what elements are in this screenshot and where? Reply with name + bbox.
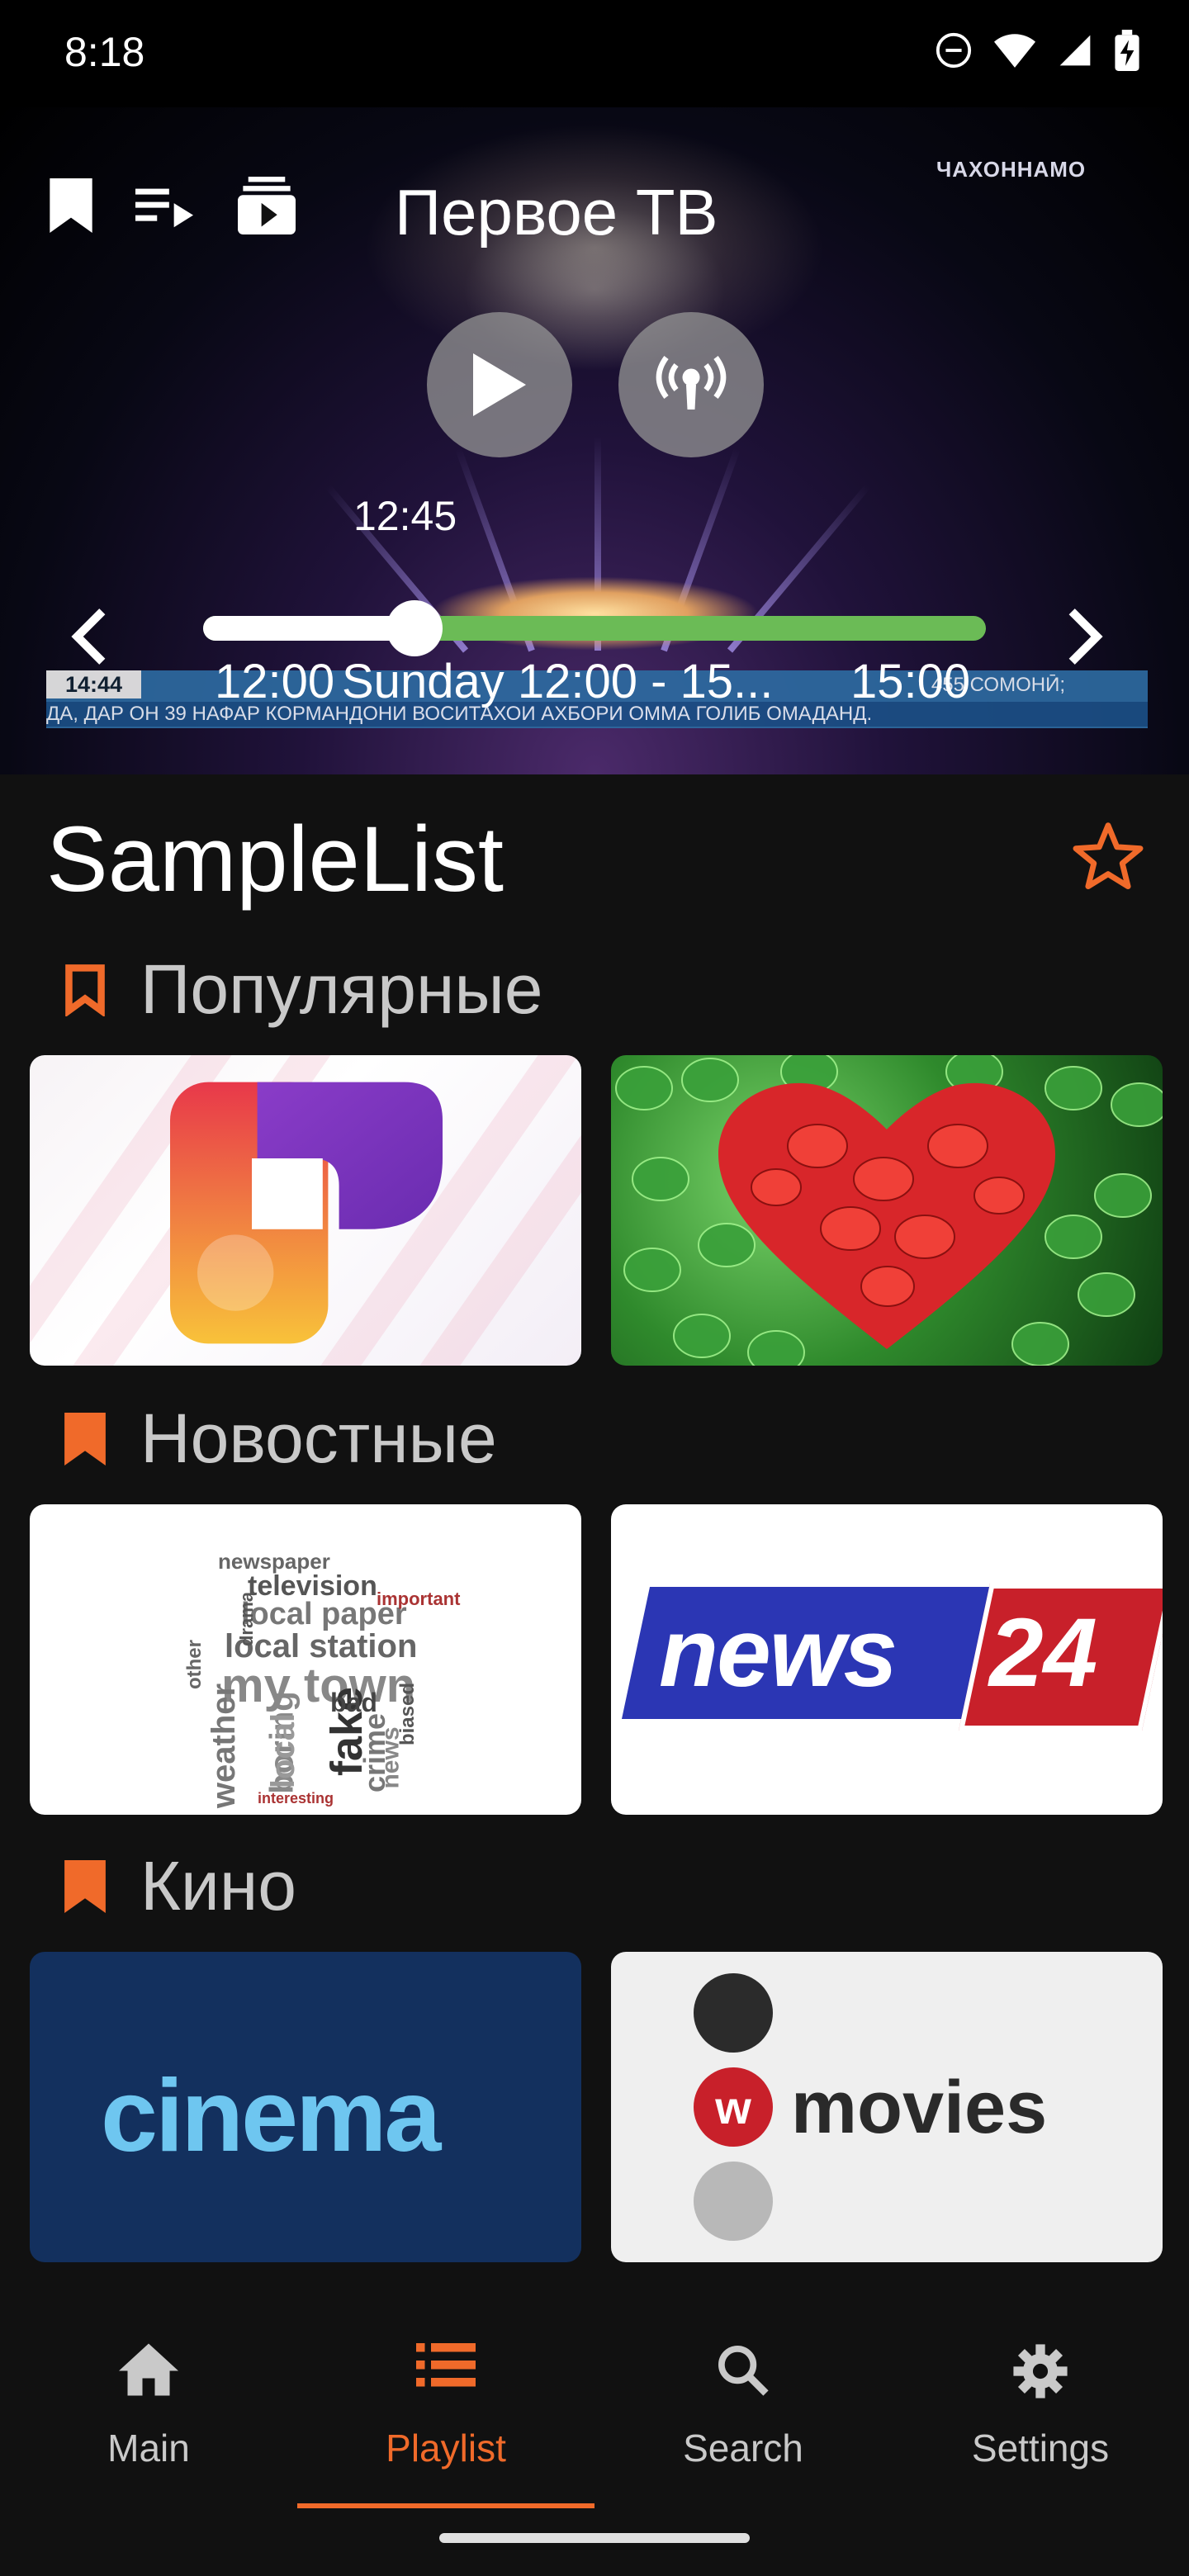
section-header-popular[interactable]: Популярные: [64, 949, 542, 1030]
video-player[interactable]: ЧАХОННАМО 14:44 455 СОМОНӢ; ДА, ДАР ОН 3…: [0, 107, 1189, 774]
chevron-right-icon[interactable]: [1065, 606, 1106, 667]
nav-item-search[interactable]: Search: [594, 2300, 892, 2498]
star-icon[interactable]: [1070, 821, 1146, 893]
progress-thumb[interactable]: [386, 600, 443, 656]
word: my town: [221, 1659, 416, 1712]
play-icon: [473, 353, 526, 416]
word: important: [377, 1589, 461, 1609]
current-position-time: 12:45: [353, 493, 457, 539]
playlist-play-icon[interactable]: [135, 182, 193, 229]
bookmark-icon: [64, 1412, 106, 1466]
bookmark-icon: [64, 1859, 106, 1913]
home-icon: [119, 2343, 178, 2396]
movies-logo-text: movies: [791, 2067, 1048, 2149]
nav-label: Main: [107, 2427, 190, 2469]
word: biased: [396, 1682, 419, 1746]
word: local: [265, 1712, 302, 1789]
status-time: 8:18: [64, 29, 145, 75]
channel-card-pervy[interactable]: [30, 1055, 581, 1366]
ticker-time: 14:44: [46, 670, 141, 698]
play-button[interactable]: [427, 312, 572, 457]
movies-logo-dot: [694, 2162, 773, 2241]
channel-watermark: ЧАХОННАМО: [936, 157, 1087, 182]
epg-program-title: Sunday 12:00 - 15...: [342, 655, 774, 708]
word: other: [183, 1640, 206, 1689]
live-broadcast-icon: [656, 356, 727, 410]
wifi-icon: [994, 34, 1035, 68]
section-header-news[interactable]: Новостные: [64, 1399, 497, 1479]
section-header-cinema[interactable]: Кино: [64, 1846, 296, 1926]
gear-icon: [1013, 2344, 1068, 2398]
progress-elapsed: [203, 616, 414, 641]
channel-title: Первое ТВ: [395, 176, 718, 249]
movies-logo-dot: [694, 1973, 773, 2053]
player-toolbar: [50, 177, 340, 234]
word: interesting: [258, 1790, 334, 1807]
nav-label: Settings: [971, 2427, 1110, 2469]
nav-item-main[interactable]: Main: [0, 2300, 297, 2498]
news24-word: news: [659, 1598, 898, 1707]
dnd-icon: [936, 32, 972, 69]
home-gesture-handle[interactable]: [439, 2533, 750, 2543]
nav-item-settings[interactable]: Settings: [892, 2300, 1189, 2498]
live-button[interactable]: [618, 312, 764, 457]
channel-card-movies[interactable]: w movies: [611, 1952, 1163, 2262]
battery-charging-icon: [1115, 30, 1139, 71]
subscriptions-icon[interactable]: [236, 177, 297, 234]
bookmark-icon[interactable]: [50, 178, 92, 233]
nav-label: Playlist: [386, 2427, 506, 2469]
list-icon: [416, 2343, 476, 2387]
section-label: Популярные: [140, 950, 543, 1028]
movies-logo-w: w: [715, 2081, 751, 2133]
section-label: Кино: [140, 1847, 296, 1925]
cinema-logo-text: cinema: [101, 2059, 441, 2173]
status-icons: [935, 30, 1139, 71]
channel-card-news24[interactable]: news 24: [611, 1504, 1163, 1815]
channel-one-logo: [170, 1082, 443, 1344]
bookmark-outline-icon: [65, 964, 105, 1016]
signal-icon: [1059, 35, 1091, 66]
epg-progress-bar[interactable]: [203, 600, 986, 656]
word: weather: [206, 1683, 243, 1809]
search-icon: [718, 2346, 769, 2396]
section-label: Новостные: [140, 1399, 497, 1477]
channel-card-heart[interactable]: [611, 1055, 1163, 1366]
epg-start-time: 12:00: [215, 655, 335, 708]
word: drama: [236, 1591, 258, 1647]
active-tab-indicator: [297, 2503, 594, 2508]
nav-label: Search: [683, 2427, 803, 2469]
channel-card-cinema[interactable]: cinema: [30, 1952, 581, 2262]
nav-item-playlist[interactable]: Playlist: [297, 2300, 594, 2498]
news24-number: 24: [989, 1598, 1098, 1707]
channel-card-mytown[interactable]: newspaper television local paper local s…: [30, 1504, 581, 1815]
epg-end-time: 15:00: [850, 655, 971, 708]
status-bar: 8:18: [0, 0, 1189, 107]
playlist-title: SampleList: [46, 807, 504, 911]
heart-image: [615, 1055, 1163, 1366]
chevron-left-icon[interactable]: [68, 606, 109, 667]
